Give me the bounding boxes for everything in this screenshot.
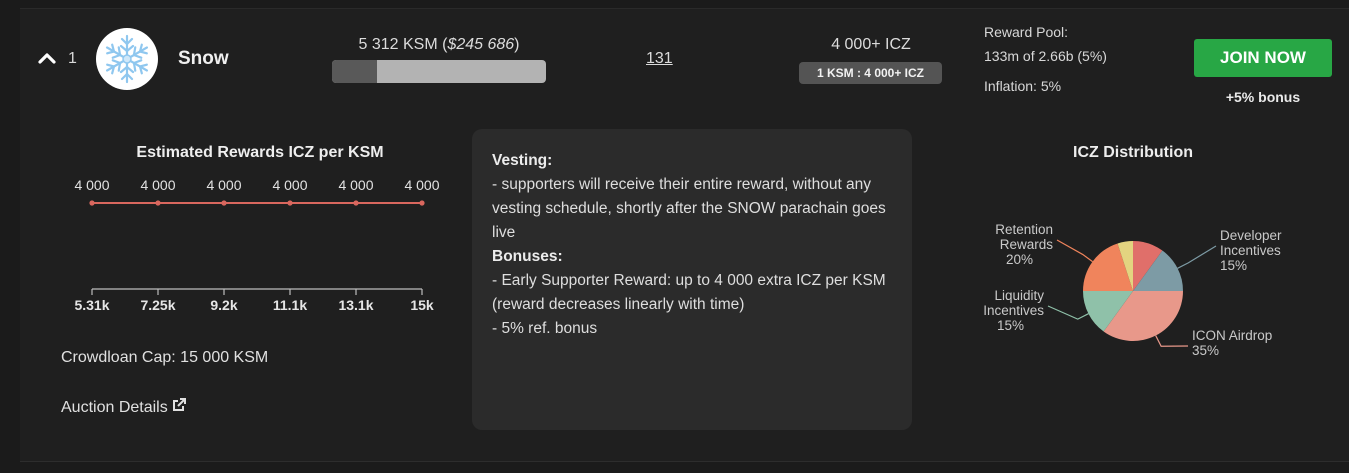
data-label: 4 000: [338, 177, 373, 193]
pie-label: 15%: [997, 318, 1024, 333]
reward-pool-label: Reward Pool:: [984, 24, 1069, 40]
pie-label: Incentives: [1220, 243, 1281, 258]
contributors-link[interactable]: 131: [646, 50, 673, 68]
data-point: [287, 200, 293, 206]
x-tick-label: 9.2k: [210, 297, 237, 313]
pie-leader-line: [1056, 239, 1093, 263]
snowflake-icon: [96, 28, 158, 90]
data-label: 4 000: [140, 177, 175, 193]
distribution-pie-chart: ICON Airdrop35%LiquidityIncentives15%Ret…: [983, 222, 1282, 358]
bonuses-heading: Bonuses:: [492, 248, 563, 265]
bonus-item: - Early Supporter Reward: up to 4 000 ex…: [492, 272, 886, 313]
rate-badge: 1 KSM : 4 000+ ICZ: [799, 62, 942, 84]
external-link-icon: [172, 398, 186, 417]
auction-details-link[interactable]: Auction Details: [61, 398, 186, 417]
pie-label: 35%: [1192, 343, 1219, 358]
raised-amount: 5 312 KSM ($245 686): [358, 36, 520, 53]
pie-label: Developer: [1220, 228, 1282, 243]
data-label: 4 000: [272, 177, 307, 193]
pie-label: ICON Airdrop: [1192, 328, 1272, 343]
vesting-text: - supporters will receive their entire r…: [492, 176, 886, 241]
raise-progress-bar: [332, 60, 546, 83]
data-point: [89, 200, 95, 206]
rewards-chart: 4 000 4 000 4 000 4 000 4 000 4 000 5.31k 7.25k…: [74, 177, 439, 313]
pie-leader-line: [1155, 335, 1189, 347]
pie-label: 15%: [1220, 258, 1247, 273]
x-tick-label: 11.1k: [273, 297, 307, 313]
pie-leader-line: [1047, 305, 1089, 320]
pie-label: Rewards: [1000, 237, 1054, 252]
pie-leader-line: [1177, 245, 1217, 269]
data-point: [221, 200, 227, 206]
distribution-chart-title: ICZ Distribution: [1073, 144, 1193, 161]
inflation-text: Inflation: 5%: [984, 78, 1062, 94]
data-label: 4 000: [404, 177, 439, 193]
campaign-info-box: Vesting: - supporters will receive their…: [472, 129, 912, 430]
progress-fill: [332, 60, 377, 83]
data-point: [419, 200, 425, 206]
raised-ksm: 5 312 KSM: [358, 36, 438, 53]
x-tick-label: 7.25k: [140, 297, 175, 313]
bonus-item: - 5% ref. bonus: [492, 320, 598, 337]
raised-usd: $245 686: [447, 36, 515, 53]
x-tick-label: 5.31k: [74, 297, 109, 313]
crowdloan-cap: Crowdloan Cap: 15 000 KSM: [61, 349, 269, 366]
auction-details-label: Auction Details: [61, 398, 168, 416]
pie-label: Liquidity: [994, 288, 1044, 303]
icz-amount: 4 000+ ICZ: [831, 36, 911, 53]
pie-label: Incentives: [983, 303, 1044, 318]
x-tick-label: 13.1k: [338, 297, 373, 313]
reward-pool-value: 133m of 2.66b (5%): [984, 48, 1107, 64]
data-label: 4 000: [206, 177, 241, 193]
pie-label: 20%: [1006, 252, 1033, 267]
x-tick-label: 15k: [410, 297, 434, 313]
data-point: [353, 200, 359, 206]
vesting-heading: Vesting:: [492, 152, 553, 169]
data-label: 4 000: [74, 177, 109, 193]
crowdloan-page: 1 Snow 5 312 KSM ($245 686) 131 4 000+ I…: [0, 0, 1349, 473]
rank-number: 1: [68, 50, 77, 67]
data-point: [155, 200, 161, 206]
bonus-label: +5% bonus: [1225, 89, 1301, 105]
join-now-button[interactable]: JOIN NOW: [1194, 39, 1332, 77]
chevron-up-icon[interactable]: [38, 48, 56, 68]
project-name: Snow: [178, 48, 229, 69]
pie-label: Retention: [995, 222, 1053, 237]
rewards-chart-title: Estimated Rewards ICZ per KSM: [136, 144, 384, 161]
